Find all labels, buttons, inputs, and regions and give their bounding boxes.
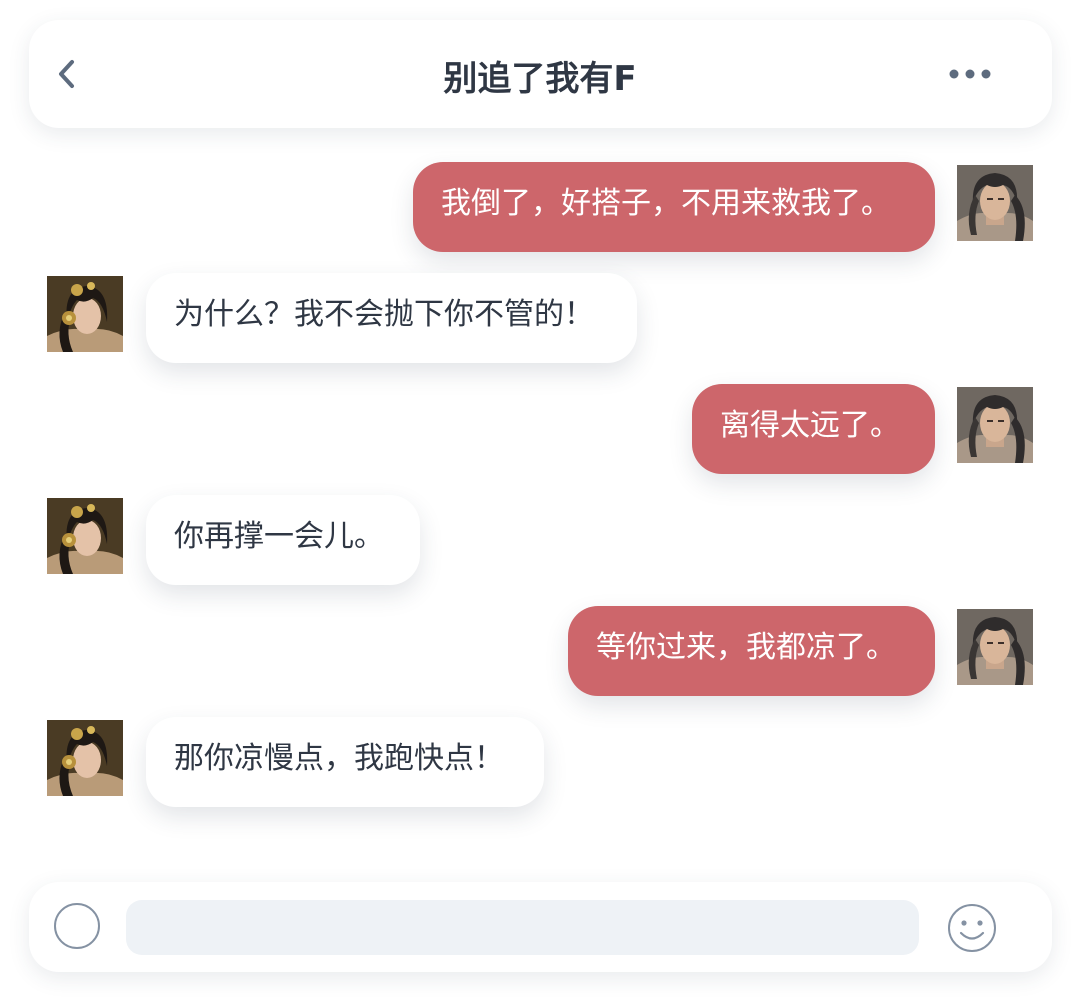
her-message-bubble: 那你凉慢点，我跑快点！ (146, 717, 544, 807)
her-avatar[interactable] (47, 276, 123, 352)
her-message-bubble: 为什么？我不会抛下你不管的！ (146, 273, 637, 363)
my-avatar[interactable] (957, 609, 1033, 685)
chat-title: 别追了我有F (443, 59, 637, 99)
her-message-bubble: 你再撑一会儿。 (146, 495, 420, 585)
more-options-icon[interactable] (945, 60, 995, 88)
my-avatar[interactable] (957, 387, 1033, 463)
her-avatar[interactable] (47, 720, 123, 796)
message-input[interactable] (126, 900, 919, 955)
my-avatar[interactable] (957, 165, 1033, 241)
my-message-bubble: 离得太远了。 (692, 384, 935, 474)
her-avatar[interactable] (47, 498, 123, 574)
smiley-icon[interactable] (947, 903, 997, 953)
voice-circle-icon[interactable] (54, 903, 100, 949)
my-message-bubble: 等你过来，我都凉了。 (568, 606, 935, 696)
my-message-bubble: 我倒了，好搭子，不用来救我了。 (413, 162, 935, 252)
